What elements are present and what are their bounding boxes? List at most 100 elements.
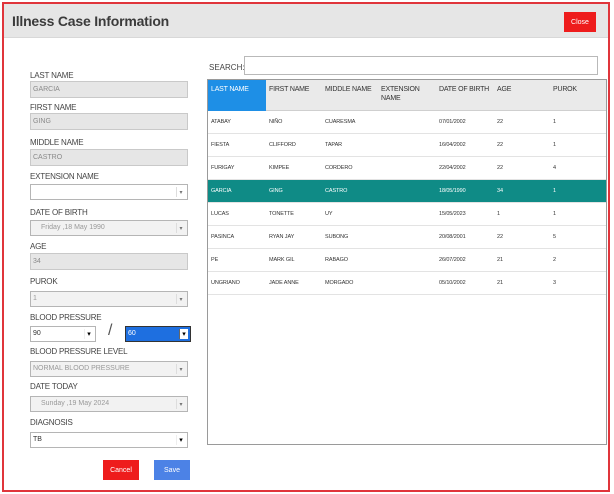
window-title: Illness Case Information bbox=[12, 13, 170, 29]
date-today-value: Sunday ,19 May 2024 bbox=[41, 400, 110, 407]
table-cell: TAPAR bbox=[325, 142, 343, 148]
blood-pressure-label: BLOOD PRESSURE bbox=[30, 313, 102, 322]
chevron-down-icon[interactable]: ▾ bbox=[84, 329, 93, 339]
table-row[interactable]: FIESTA CLIFFORD TAPAR 16/04/2002 22 1 bbox=[208, 134, 606, 157]
table-row[interactable]: ATABAY NIÑO CUARESMA 07/01/2002 22 1 bbox=[208, 111, 606, 134]
purok-value: 1 bbox=[33, 295, 37, 302]
save-button[interactable]: Save bbox=[154, 460, 190, 480]
diagnosis-select[interactable]: TB ▾ bbox=[30, 432, 188, 448]
bp-separator: / bbox=[108, 322, 113, 339]
table-row[interactable]: FURIGAY KIMPEE CORDERO 22/04/2002 22 4 bbox=[208, 157, 606, 180]
table-cell: 05/10/2002 bbox=[439, 280, 466, 286]
table-cell: UY bbox=[325, 211, 333, 217]
table-row[interactable]: GARCIA GING CASTRO 18/05/1990 34 1 bbox=[208, 180, 606, 203]
table-cell: 07/01/2002 bbox=[439, 119, 466, 125]
table-cell: RABAGO bbox=[325, 257, 348, 263]
systolic-value: 90 bbox=[33, 330, 41, 337]
table-cell: CLIFFORD bbox=[269, 142, 296, 148]
table-cell: 21 bbox=[497, 257, 503, 263]
table-row[interactable]: PASINCA RYAN JAY SUBONG 20/08/2001 22 5 bbox=[208, 226, 606, 249]
table-cell: 22 bbox=[497, 142, 503, 148]
table-cell: FIESTA bbox=[211, 142, 230, 148]
table-cell: FURIGAY bbox=[211, 165, 235, 171]
table-cell: 20/08/2001 bbox=[439, 234, 466, 240]
table-cell: PASINCA bbox=[211, 234, 235, 240]
column-header[interactable]: PUROK bbox=[550, 80, 606, 111]
table-cell: GARCIA bbox=[211, 188, 232, 194]
search-label: SEARCH: bbox=[209, 63, 245, 72]
table-cell: NIÑO bbox=[269, 119, 283, 125]
date-of-birth-picker[interactable]: Friday ,18 May 1990 ▾ bbox=[30, 220, 188, 236]
diastolic-select[interactable]: 60 ▾ bbox=[125, 326, 191, 342]
chevron-down-icon[interactable]: ▾ bbox=[176, 223, 185, 233]
bp-level-value: NORMAL BLOOD PRESSURE bbox=[33, 365, 130, 372]
table-cell: RYAN JAY bbox=[269, 234, 295, 240]
table-cell: ATABAY bbox=[211, 119, 231, 125]
date-today-picker[interactable]: Sunday ,19 May 2024 ▾ bbox=[30, 396, 188, 412]
diastolic-value: 60 bbox=[128, 330, 136, 337]
last-name-label: LAST NAME bbox=[30, 71, 74, 80]
table-cell: 21 bbox=[497, 280, 503, 286]
table-cell: 22 bbox=[497, 165, 503, 171]
chevron-down-icon[interactable]: ▾ bbox=[176, 187, 185, 197]
first-name-field[interactable]: GING bbox=[30, 113, 188, 130]
first-name-label: FIRST NAME bbox=[30, 103, 77, 112]
close-button[interactable]: Close bbox=[564, 12, 596, 32]
table-cell: 1 bbox=[553, 211, 556, 217]
middle-name-label: MIDDLE NAME bbox=[30, 138, 84, 147]
table-cell: 34 bbox=[497, 188, 503, 194]
table-cell: 5 bbox=[553, 234, 556, 240]
table-cell: 22 bbox=[497, 119, 503, 125]
illness-case-window: Illness Case Information Close LAST NAME… bbox=[2, 2, 610, 492]
table-cell: 3 bbox=[553, 280, 556, 286]
title-bar: Illness Case Information Close bbox=[4, 4, 608, 38]
table-cell: 15/05/2023 bbox=[439, 211, 466, 217]
table-cell: SUBONG bbox=[325, 234, 349, 240]
table-cell: 4 bbox=[553, 165, 556, 171]
last-name-field[interactable]: GARCIA bbox=[30, 81, 188, 98]
cancel-button[interactable]: Cancel bbox=[103, 460, 139, 480]
table-cell: CORDERO bbox=[325, 165, 353, 171]
table-cell: 1 bbox=[553, 142, 556, 148]
table-row[interactable]: UNGRIANO JADE ANNE MORGADO 05/10/2002 21 3 bbox=[208, 272, 606, 295]
systolic-select[interactable]: 90 ▾ bbox=[30, 326, 96, 342]
column-header[interactable]: AGE bbox=[494, 80, 550, 111]
diagnosis-label: DIAGNOSIS bbox=[30, 418, 73, 427]
chevron-down-icon[interactable]: ▾ bbox=[176, 364, 185, 374]
table-cell: 26/07/2002 bbox=[439, 257, 466, 263]
column-header[interactable]: LAST NAME bbox=[208, 80, 266, 111]
table-cell: 1 bbox=[497, 211, 500, 217]
date-of-birth-value: Friday ,18 May 1990 bbox=[41, 224, 105, 231]
column-header[interactable]: MIDDLE NAME bbox=[322, 80, 378, 111]
bp-level-label: BLOOD PRESSURE LEVEL bbox=[30, 347, 128, 356]
table-cell: 22 bbox=[497, 234, 503, 240]
column-header[interactable]: FIRST NAME bbox=[266, 80, 322, 111]
table-cell: TONETTE bbox=[269, 211, 294, 217]
column-header[interactable]: EXTENSION NAME bbox=[378, 80, 436, 111]
chevron-down-icon[interactable]: ▾ bbox=[176, 435, 185, 445]
table-cell: UNGRIANO bbox=[211, 280, 240, 286]
date-today-label: DATE TODAY bbox=[30, 382, 78, 391]
table-cell: KIMPEE bbox=[269, 165, 290, 171]
table-row[interactable]: PE MARK GIL RABAGO 26/07/2002 21 2 bbox=[208, 249, 606, 272]
table-cell: MARK GIL bbox=[269, 257, 295, 263]
bp-level-select[interactable]: NORMAL BLOOD PRESSURE ▾ bbox=[30, 361, 188, 377]
table-header: LAST NAME FIRST NAME MIDDLE NAME EXTENSION … bbox=[208, 80, 606, 111]
table-cell: 1 bbox=[553, 119, 556, 125]
chevron-down-icon[interactable]: ▾ bbox=[176, 294, 185, 304]
table-cell: PE bbox=[211, 257, 219, 263]
column-header[interactable]: DATE OF BIRTH bbox=[436, 80, 494, 111]
age-field[interactable]: 34 bbox=[30, 253, 188, 270]
patients-table: LAST NAME FIRST NAME MIDDLE NAME EXTENSION … bbox=[207, 79, 607, 445]
table-cell: 18/05/1990 bbox=[439, 188, 466, 194]
chevron-down-icon[interactable]: ▾ bbox=[179, 329, 188, 339]
purok-select[interactable]: 1 ▾ bbox=[30, 291, 188, 307]
table-row[interactable]: LUCAS TONETTE UY 15/05/2023 1 1 bbox=[208, 203, 606, 226]
middle-name-field[interactable]: CASTRO bbox=[30, 149, 188, 166]
table-cell: 16/04/2002 bbox=[439, 142, 466, 148]
search-input[interactable] bbox=[244, 56, 598, 75]
age-label: AGE bbox=[30, 242, 47, 251]
diagnosis-value: TB bbox=[33, 436, 42, 443]
extension-name-select[interactable]: ▾ bbox=[30, 184, 188, 200]
chevron-down-icon[interactable]: ▾ bbox=[176, 399, 185, 409]
